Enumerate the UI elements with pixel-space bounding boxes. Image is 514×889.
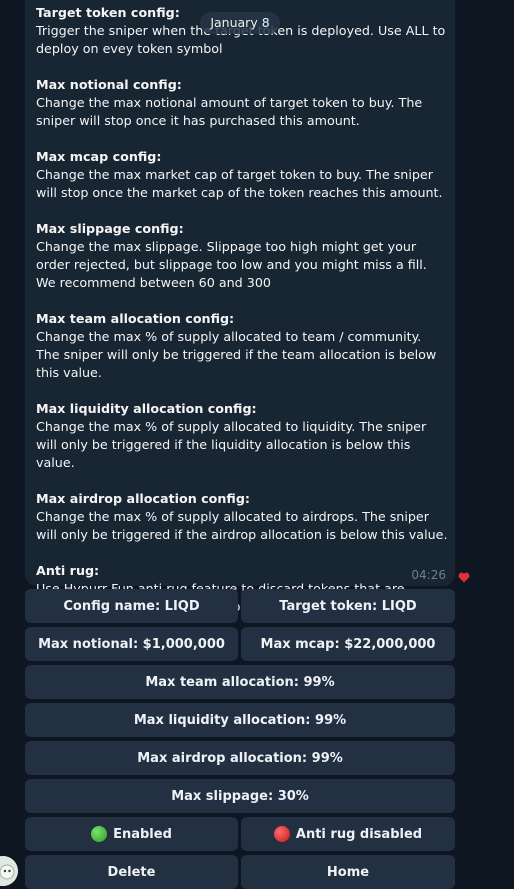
section-title: Max notional config: bbox=[36, 77, 182, 92]
max-slippage-button[interactable]: Max slippage: 30% bbox=[25, 779, 455, 813]
section-body: Change the max % of supply allocated to … bbox=[36, 419, 427, 470]
heart-reaction-icon[interactable] bbox=[457, 571, 470, 584]
red-circle-icon bbox=[273, 826, 290, 842]
enabled-toggle-button[interactable]: Enabled bbox=[25, 817, 238, 851]
section-title: Max slippage config: bbox=[36, 221, 184, 236]
section-body: Change the max % of supply allocated to … bbox=[36, 509, 448, 542]
section-title: Max liquidity allocation config: bbox=[36, 401, 257, 416]
date-badge: January 8 bbox=[200, 12, 280, 34]
max-team-allocation-button[interactable]: Max team allocation: 99% bbox=[25, 665, 455, 699]
anti-rug-label: Anti rug disabled bbox=[295, 826, 423, 842]
home-button[interactable]: Home bbox=[241, 855, 455, 889]
section-body: Change the max market cap of target toke… bbox=[36, 167, 443, 200]
section-body: Change the max % of supply allocated to … bbox=[36, 329, 437, 380]
target-token-button[interactable]: Target token: LIQD bbox=[241, 589, 455, 623]
section-body: Change the max notional amount of target… bbox=[36, 95, 423, 128]
max-liquidity-allocation-button[interactable]: Max liquidity allocation: 99% bbox=[25, 703, 455, 737]
section-max-notional: Max notional config: Change the max noti… bbox=[36, 76, 448, 130]
enabled-label: Enabled bbox=[113, 826, 172, 842]
section-max-mcap: Max mcap config: Change the max market c… bbox=[36, 148, 448, 202]
max-notional-button[interactable]: Max notional: $1,000,000 bbox=[25, 627, 238, 661]
section-title: Anti rug: bbox=[36, 563, 100, 578]
section-max-liquidity: Max liquidity allocation config: Change … bbox=[36, 400, 448, 472]
delete-button[interactable]: Delete bbox=[25, 855, 238, 889]
message-bubble: Target token config: Trigger the sniper … bbox=[25, 0, 455, 614]
section-max-airdrop: Max airdrop allocation config: Change th… bbox=[36, 490, 448, 544]
message-time: 04:26 bbox=[411, 568, 446, 582]
section-max-slippage: Max slippage config: Change the max slip… bbox=[36, 220, 448, 292]
anti-rug-toggle-button[interactable]: Anti rug disabled bbox=[241, 817, 455, 851]
section-title: Max team allocation config: bbox=[36, 311, 235, 326]
section-title: Max airdrop allocation config: bbox=[36, 491, 250, 506]
max-mcap-button[interactable]: Max mcap: $22,000,000 bbox=[241, 627, 455, 661]
max-airdrop-allocation-button[interactable]: Max airdrop allocation: 99% bbox=[25, 741, 455, 775]
message-text: Target token config: Trigger the sniper … bbox=[36, 4, 448, 616]
bot-avatar[interactable] bbox=[0, 856, 18, 886]
section-body: Change the max slippage. Slippage too hi… bbox=[36, 239, 427, 290]
section-title: Max mcap config: bbox=[36, 149, 162, 164]
config-name-button[interactable]: Config name: LIQD bbox=[25, 589, 238, 623]
green-circle-icon bbox=[91, 826, 108, 842]
section-max-team: Max team allocation config: Change the m… bbox=[36, 310, 448, 382]
